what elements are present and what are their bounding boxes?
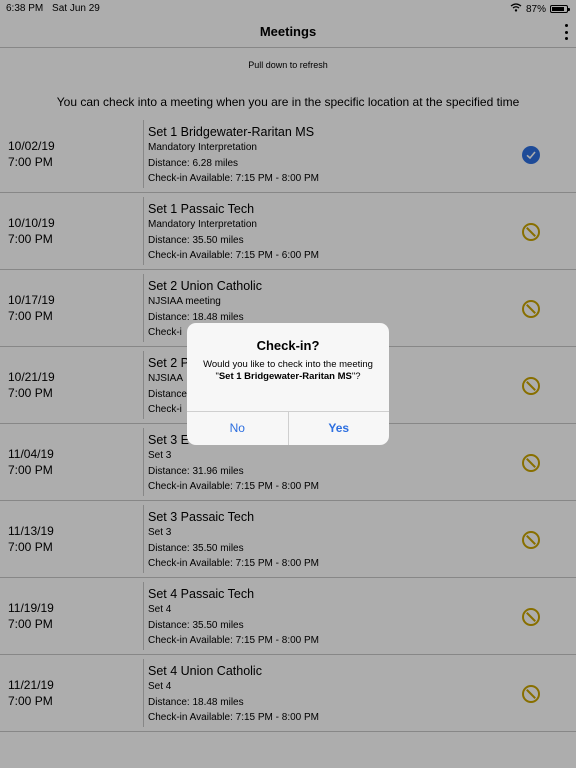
dialog-message: Would you like to check into the meeting… bbox=[203, 359, 373, 382]
dialog-meeting-name: Set 1 Bridgewater-Raritan MS bbox=[218, 371, 352, 382]
dialog-buttons: No Yes bbox=[187, 411, 389, 445]
no-button[interactable]: No bbox=[187, 412, 288, 445]
yes-button[interactable]: Yes bbox=[287, 412, 390, 445]
dialog-title: Check-in? bbox=[256, 338, 320, 353]
checkin-dialog: Check-in? Would you like to check into t… bbox=[187, 323, 389, 445]
